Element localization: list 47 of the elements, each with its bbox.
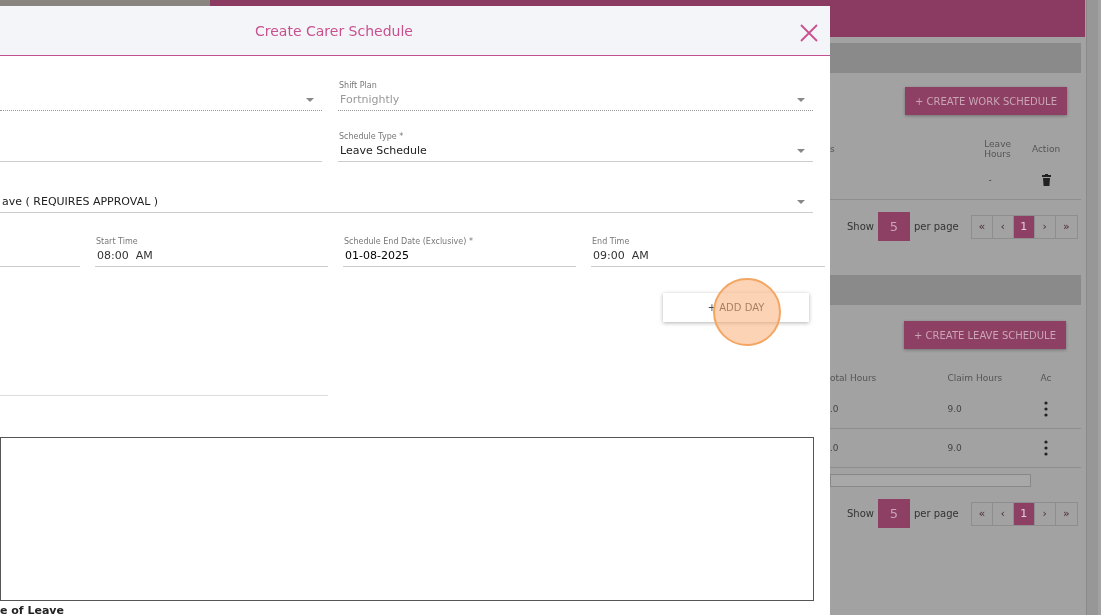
column-header: Claim Hours: [946, 373, 1004, 383]
close-icon[interactable]: [798, 22, 820, 44]
dropdown-caret-icon: [306, 98, 314, 102]
show-label: Show: [847, 221, 874, 232]
time-field[interactable]: End Time 09:00 AM: [591, 221, 825, 267]
show-label: Show: [847, 508, 874, 519]
horizontal-scrollbar[interactable]: [830, 474, 1031, 487]
more-options-icon[interactable]: [1044, 440, 1048, 456]
page-button[interactable]: «: [971, 215, 993, 238]
column-header: s: [830, 144, 836, 154]
page-button[interactable]: 1: [1013, 502, 1035, 525]
column-header: Action: [1030, 144, 1062, 154]
page-button[interactable]: ‹: [992, 215, 1014, 238]
dropdown-caret-icon: [797, 200, 805, 204]
create-schedule-button[interactable]: + CREATE LEAVE SCHEDULE: [904, 321, 1066, 349]
page-button[interactable]: »: [1055, 215, 1077, 238]
table-cell-text: .0: [830, 404, 840, 414]
column-header: Leave Hours: [983, 139, 1011, 159]
per-page-label: per page: [914, 221, 959, 232]
table-cell-text: 9.0: [946, 443, 963, 453]
section-label: e of Leave: [0, 604, 65, 615]
per-page-select[interactable]: 5: [878, 212, 910, 241]
table-cell-text: .0: [830, 443, 840, 453]
table-cell-text: -: [987, 175, 993, 185]
table-cell-text: 9.0: [946, 404, 963, 414]
page-button[interactable]: »: [1055, 502, 1077, 525]
page-button[interactable]: ›: [1034, 502, 1056, 525]
page-button[interactable]: ›: [1034, 215, 1056, 238]
vertical-scrollbar[interactable]: [1086, 0, 1098, 615]
column-header: otal Hours: [830, 373, 878, 383]
per-page-select[interactable]: 5: [878, 499, 910, 528]
create-schedule-button[interactable]: + CREATE WORK SCHEDULE: [905, 87, 1067, 115]
page-button[interactable]: ‹: [992, 502, 1014, 525]
per-page-label: per page: [914, 508, 959, 519]
trash-icon[interactable]: [1041, 174, 1051, 186]
column-header: Ac: [1039, 373, 1053, 383]
dropdown-caret-icon: [797, 149, 805, 153]
page-button[interactable]: 1: [1013, 215, 1035, 238]
dialog-title: Create Carer Schedule: [255, 22, 413, 39]
dropdown-caret-icon: [797, 98, 805, 102]
select-field[interactable]: Schedule Type * Leave Schedule: [338, 117, 813, 162]
more-options-icon[interactable]: [1044, 401, 1048, 417]
page-button[interactable]: «: [971, 502, 993, 525]
select-field[interactable]: ave ( REQUIRES APPROVAL ): [0, 168, 813, 213]
text-area[interactable]: [0, 437, 814, 601]
date-field[interactable]: Schedule End Date (Exclusive) * 01-08-2025: [343, 221, 576, 267]
time-field[interactable]: Start Time 08:00 AM: [95, 221, 328, 267]
